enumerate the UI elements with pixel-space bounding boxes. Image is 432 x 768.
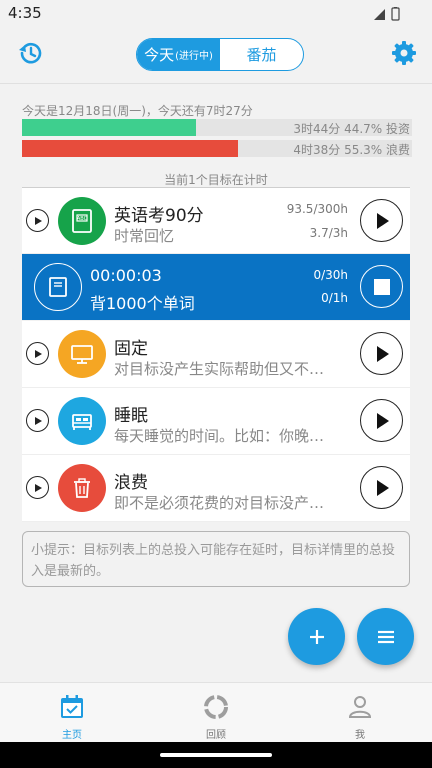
start-timer-button[interactable] [360, 199, 403, 242]
svg-text:ABC: ABC [77, 216, 88, 222]
waste-bar-fill [22, 140, 238, 157]
home-gesture-pill[interactable] [160, 753, 272, 757]
start-timer-button[interactable] [360, 466, 403, 509]
tab-today-label: 今天 [144, 46, 175, 64]
invest-bar-fill [22, 119, 197, 136]
app-bar: 今天 (进行中) 番茄 [0, 26, 432, 84]
start-timer-button[interactable] [360, 332, 403, 375]
book-icon: ABC [58, 197, 106, 245]
stop-timer-button[interactable] [360, 265, 403, 308]
menu-icon [377, 630, 394, 643]
tab-today[interactable]: 今天 (进行中) [137, 39, 220, 70]
nav-review-label: 回顾 [206, 730, 226, 741]
expand-play-icon[interactable] [26, 209, 49, 232]
timing-note: 当前1个目标在计时 [164, 173, 268, 187]
nav-me[interactable]: 我 [288, 683, 432, 743]
view-segmented-control: 今天 (进行中) 番茄 [136, 38, 304, 71]
goal-row[interactable]: 睡眠 每天睡觉的时间。比如：你晚… [22, 388, 410, 455]
tip-box: 小提示：目标列表上的总投入可能存在延时，目标详情里的总投入是最新的。 [22, 531, 410, 587]
ring-icon [204, 695, 228, 719]
plus-icon [309, 629, 324, 644]
add-goal-button[interactable] [288, 608, 345, 665]
goal-title: 浪费 [114, 473, 148, 493]
bed-icon [58, 397, 106, 445]
goal-row[interactable]: 浪费 即不是必须花费的对目标没产… [22, 455, 410, 522]
history-icon[interactable] [16, 39, 44, 67]
goal-subtitle: 时常回忆 [114, 227, 175, 245]
expand-play-icon[interactable] [26, 342, 49, 365]
signal-battery-icon [374, 6, 404, 25]
start-timer-button[interactable] [360, 399, 403, 442]
goal-title: 睡眠 [114, 406, 148, 426]
waste-label: 4时38分 55.3% 浪费 [293, 143, 410, 157]
invest-bar: 3时44分 44.7% 投资 [22, 119, 412, 136]
system-nav-bar [0, 742, 432, 768]
goal-subtitle: 每天睡觉的时间。比如：你晚… [114, 427, 325, 445]
goal-row[interactable]: 固定 对目标没产生实际帮助但又不… [22, 321, 410, 388]
goal-title: 英语考90分 [114, 206, 204, 226]
goal-total-hours: 93.5/300h [286, 202, 348, 216]
goal-subtitle: 即不是必须花费的对目标没产… [114, 494, 325, 512]
nav-review[interactable]: 回顾 [144, 683, 288, 743]
stop-icon [373, 278, 390, 295]
gear-icon[interactable] [390, 39, 418, 67]
day-summary: 今天是12月18日(周一)，今天还有7时27分 [22, 104, 253, 118]
expand-play-icon[interactable] [26, 476, 49, 499]
status-bar: 4:35 [0, 0, 432, 26]
waste-bar: 4时38分 55.3% 浪费 [22, 140, 412, 157]
tab-pomodoro-label: 番茄 [246, 46, 277, 64]
active-goal-title: 背1000个单词 [90, 294, 195, 313]
trash-icon [58, 464, 106, 512]
goal-row[interactable]: ABC 英语考90分 时常回忆 93.5/300h 3.7/3h [22, 187, 410, 254]
nav-home[interactable]: 主页 [0, 683, 144, 743]
expand-play-icon[interactable] [26, 409, 49, 432]
nav-home-label: 主页 [62, 730, 82, 741]
status-time: 4:35 [8, 4, 42, 22]
elapsed-timer: 00:00:03 [90, 266, 162, 285]
goal-title: 固定 [114, 339, 148, 359]
active-goal-total-hours: 0/30h [313, 268, 348, 282]
bottom-nav: 主页 回顾 我 [0, 682, 432, 742]
nav-me-label: 我 [355, 730, 365, 741]
invest-label: 3时44分 44.7% 投资 [293, 122, 410, 136]
person-icon [348, 696, 372, 718]
active-goal-row[interactable]: 00:00:03 背1000个单词 0/30h 0/1h [22, 254, 410, 320]
monitor-icon [58, 330, 106, 378]
active-goal-today-hours: 0/1h [321, 291, 348, 305]
tab-pomodoro[interactable]: 番茄 [220, 39, 303, 70]
notebook-icon [34, 263, 82, 311]
calendar-check-icon [61, 695, 83, 718]
goal-subtitle: 对目标没产生实际帮助但又不… [114, 360, 325, 378]
menu-button[interactable] [357, 608, 414, 665]
goal-today-hours: 3.7/3h [309, 226, 348, 240]
tab-today-sub: (进行中) [175, 51, 213, 62]
